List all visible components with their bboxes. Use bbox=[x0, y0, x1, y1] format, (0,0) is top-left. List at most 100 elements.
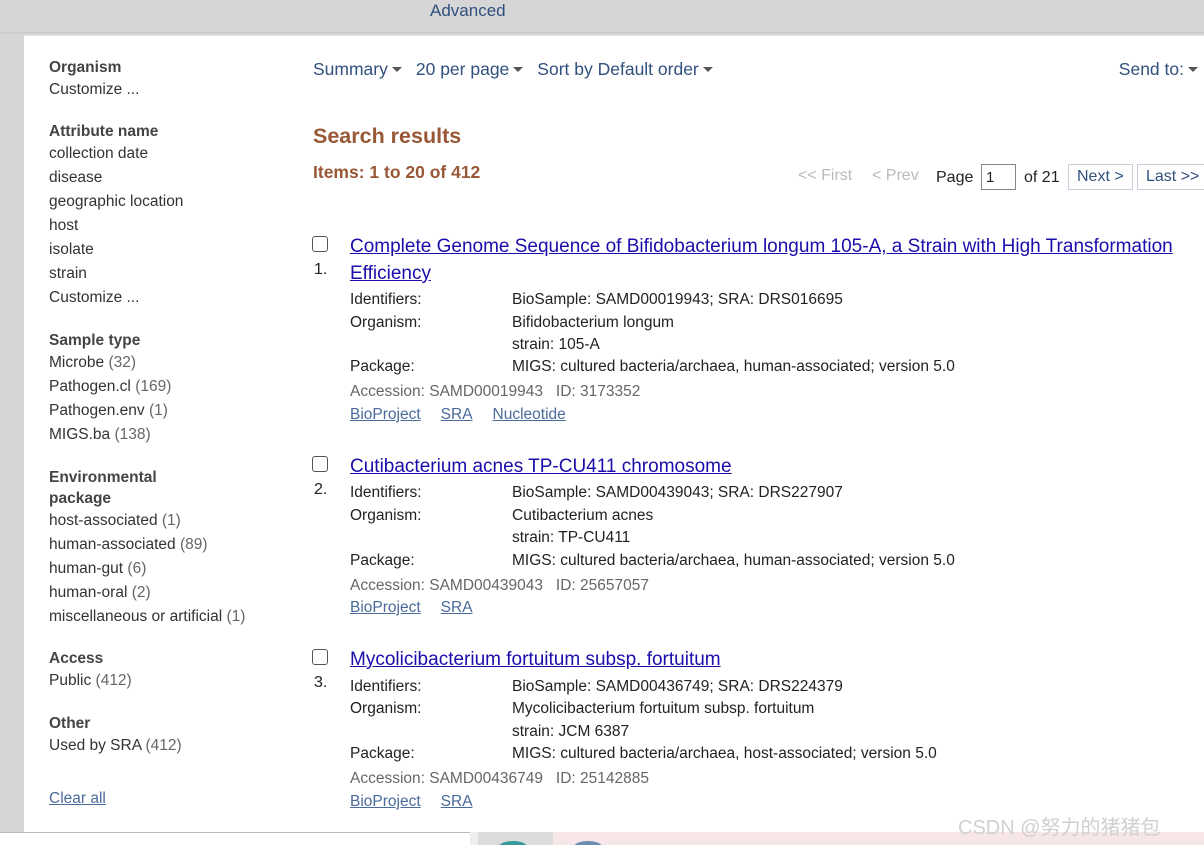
chevron-down-icon bbox=[513, 66, 524, 72]
organism-value: Mycolicibacterium fortuitum subsp. fortu… bbox=[512, 700, 815, 717]
display-toolbar: Summary 20 per page Sort by Default orde… bbox=[313, 59, 713, 81]
facet-item-migs-ba[interactable]: MIGS.ba (138) bbox=[49, 423, 171, 447]
identifiers-label: Identifiers: bbox=[350, 291, 422, 308]
facet-item-miscellaneous[interactable]: miscellaneous or artificial (1) bbox=[49, 605, 245, 629]
sort-dropdown[interactable]: Sort by Default order bbox=[537, 59, 713, 81]
facet-title: Environmental bbox=[49, 469, 157, 486]
facet-organism: Organism Customize ... bbox=[49, 57, 139, 102]
result-checkbox[interactable] bbox=[312, 236, 328, 252]
search-results-title: Search results bbox=[313, 124, 462, 148]
chevron-down-icon bbox=[1188, 66, 1198, 72]
facet-item-disease[interactable]: disease bbox=[49, 166, 183, 190]
top-bar: Advanced bbox=[0, 0, 1204, 36]
facet-title-line2: package bbox=[49, 490, 112, 507]
result-links: BioProject SRA bbox=[350, 599, 493, 617]
result-checkbox[interactable] bbox=[312, 456, 328, 472]
facet-item-customize[interactable]: Customize ... bbox=[49, 286, 183, 310]
pager-last-button[interactable]: Last >> bbox=[1137, 164, 1204, 190]
facet-other: Other Used by SRA (412) bbox=[49, 713, 182, 758]
package-label: Package: bbox=[350, 552, 415, 569]
facet-title: Organism bbox=[49, 59, 122, 76]
sra-link[interactable]: SRA bbox=[441, 599, 473, 616]
sra-link[interactable]: SRA bbox=[441, 406, 473, 423]
facet-title: Attribute name bbox=[49, 123, 159, 140]
facet-item-customize[interactable]: Customize ... bbox=[49, 78, 139, 102]
bioproject-link[interactable]: BioProject bbox=[350, 406, 421, 423]
bioproject-link[interactable]: BioProject bbox=[350, 599, 421, 616]
facet-item-host-associated[interactable]: host-associated (1) bbox=[49, 509, 245, 533]
strain-value: strain: TP-CU411 bbox=[512, 529, 631, 546]
pager-prev[interactable]: < Prev bbox=[872, 167, 919, 185]
facet-item-human-oral[interactable]: human-oral (2) bbox=[49, 581, 245, 605]
package-label: Package: bbox=[350, 358, 415, 375]
facet-item-collection-date[interactable]: collection date bbox=[49, 142, 183, 166]
facet-title: Other bbox=[49, 715, 91, 732]
facet-access: Access Public (412) bbox=[49, 648, 132, 693]
page-number-input[interactable] bbox=[981, 164, 1016, 190]
package-value: MIGS: cultured bacteria/archaea, host-as… bbox=[512, 745, 937, 762]
facet-item-microbe[interactable]: Microbe (32) bbox=[49, 351, 171, 375]
identifiers-label: Identifiers: bbox=[350, 678, 422, 695]
watermark: CSDN @努力的猪猪包 bbox=[958, 817, 1161, 839]
bioproject-link[interactable]: BioProject bbox=[350, 793, 421, 810]
items-count: Items: 1 to 20 of 412 bbox=[313, 162, 481, 182]
identifiers-value: BioSample: SAMD00436749; SRA: DRS224379 bbox=[512, 678, 843, 695]
result-number: 2. bbox=[314, 481, 328, 498]
facet-sample-type: Sample type Microbe (32) Pathogen.cl (16… bbox=[49, 330, 171, 447]
facet-item-public[interactable]: Public (412) bbox=[49, 669, 132, 693]
accession-line: Accession: SAMD00019943 ID: 3173352 bbox=[350, 383, 641, 400]
result-title-link[interactable]: Complete Genome Sequence of Bifidobacter… bbox=[350, 233, 1200, 287]
result-links: BioProject SRA bbox=[350, 793, 493, 811]
facet-item-strain[interactable]: strain bbox=[49, 262, 183, 286]
send-to-dropdown[interactable]: Send to: bbox=[1119, 59, 1198, 80]
facet-item-pathogen-env[interactable]: Pathogen.env (1) bbox=[49, 399, 171, 423]
facet-title: Sample type bbox=[49, 332, 141, 349]
identifiers-label: Identifiers: bbox=[350, 484, 422, 501]
facet-item-used-by-sra[interactable]: Used by SRA (412) bbox=[49, 734, 182, 758]
facet-attribute-name: Attribute name collection date disease g… bbox=[49, 121, 183, 310]
pager-first[interactable]: << First bbox=[798, 167, 852, 185]
identifiers-value: BioSample: SAMD00019943; SRA: DRS016695 bbox=[512, 291, 843, 308]
pager-of-total: of 21 bbox=[1024, 169, 1060, 186]
chevron-down-icon bbox=[702, 66, 713, 72]
left-gutter bbox=[0, 34, 24, 845]
package-label: Package: bbox=[350, 745, 415, 762]
identifiers-value: BioSample: SAMD00439043; SRA: DRS227907 bbox=[512, 484, 843, 501]
strain-value: strain: JCM 6387 bbox=[512, 723, 630, 740]
facet-item-isolate[interactable]: isolate bbox=[49, 238, 183, 262]
facet-item-human-associated[interactable]: human-associated (89) bbox=[49, 533, 245, 557]
strain-value: strain: 105-A bbox=[512, 336, 600, 353]
package-value: MIGS: cultured bacteria/archaea, human-a… bbox=[512, 552, 955, 569]
organism-value: Bifidobacterium longum bbox=[512, 314, 674, 331]
accession-line: Accession: SAMD00439043 ID: 25657057 bbox=[350, 577, 649, 594]
facet-item-geographic-location[interactable]: geographic location bbox=[49, 190, 183, 214]
facet-item-host[interactable]: host bbox=[49, 214, 183, 238]
organism-label: Organism: bbox=[350, 507, 422, 524]
organism-label: Organism: bbox=[350, 700, 422, 717]
pager-next-button[interactable]: Next > bbox=[1068, 164, 1133, 190]
per-page-dropdown[interactable]: 20 per page bbox=[416, 59, 524, 81]
result-number: 3. bbox=[314, 674, 328, 691]
taskbar-segment bbox=[0, 832, 470, 845]
organism-label: Organism: bbox=[350, 314, 422, 331]
advanced-search-link[interactable]: Advanced bbox=[430, 1, 506, 21]
nucleotide-link[interactable]: Nucleotide bbox=[493, 406, 566, 423]
result-links: BioProject SRA Nucleotide bbox=[350, 406, 586, 424]
result-number: 1. bbox=[314, 261, 328, 278]
pager-page-label: Page bbox=[936, 169, 974, 186]
accession-line: Accession: SAMD00436749 ID: 25142885 bbox=[350, 770, 649, 787]
result-checkbox[interactable] bbox=[312, 649, 328, 665]
summary-dropdown[interactable]: Summary bbox=[313, 59, 402, 81]
facet-title: Access bbox=[49, 650, 104, 667]
facet-item-label: Customize ... bbox=[49, 81, 140, 98]
package-value: MIGS: cultured bacteria/archaea, human-a… bbox=[512, 358, 955, 375]
facet-item-human-gut[interactable]: human-gut (6) bbox=[49, 557, 245, 581]
organism-value: Cutibacterium acnes bbox=[512, 507, 654, 524]
chevron-down-icon bbox=[391, 66, 402, 72]
result-title-link[interactable]: Cutibacterium acnes TP-CU411 chromosome bbox=[350, 453, 1200, 480]
facet-item-pathogen-cl[interactable]: Pathogen.cl (169) bbox=[49, 375, 171, 399]
facet-environmental-package: Environmental package host-associated (1… bbox=[49, 467, 245, 629]
sra-link[interactable]: SRA bbox=[441, 793, 473, 810]
clear-all-link[interactable]: Clear all bbox=[49, 790, 106, 808]
result-title-link[interactable]: Mycolicibacterium fortuitum subsp. fortu… bbox=[350, 646, 1200, 673]
